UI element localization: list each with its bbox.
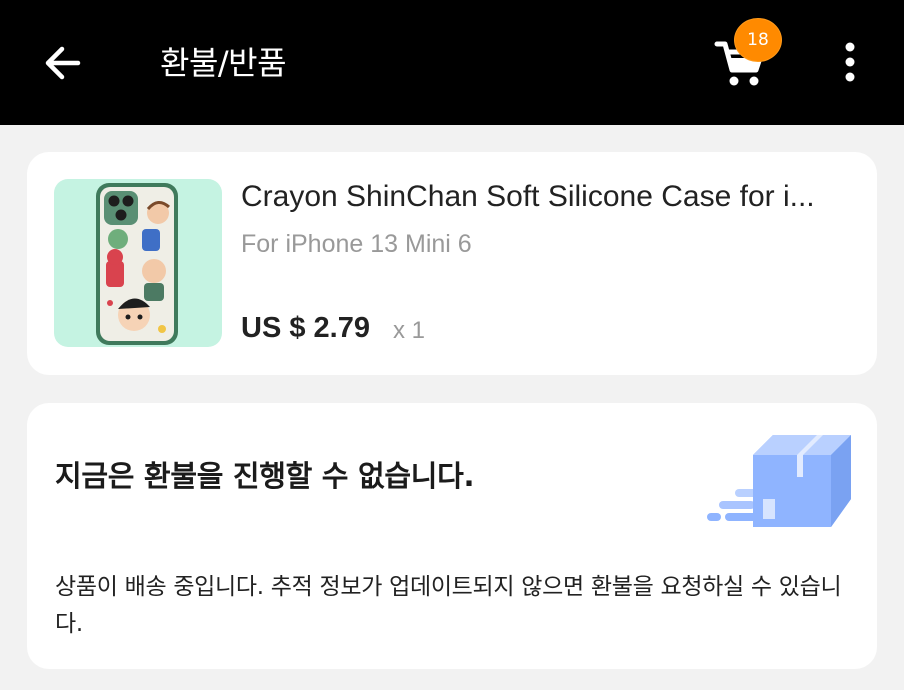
back-arrow-icon — [45, 46, 81, 80]
product-image — [54, 179, 222, 347]
more-vertical-icon — [845, 42, 855, 82]
cart-count-badge: 18 — [734, 18, 782, 62]
product-card[interactable]: Crayon ShinChan Soft Silicone Case for i… — [27, 152, 877, 375]
product-price: US $ 2.79 — [241, 312, 370, 344]
status-heading: 지금은 환불을 진행할 수 없습니다. — [55, 459, 475, 493]
refund-status-card: 지금은 환불을 진행할 수 없습니다. 상품이 배송 중입니다. 추적 정보가 … — [27, 403, 877, 669]
shipping-box-icon — [705, 427, 855, 537]
more-options-button[interactable] — [830, 40, 870, 86]
product-quantity: x 1 — [393, 317, 426, 344]
product-variant: For iPhone 13 Mini 6 — [241, 230, 472, 258]
status-description: 상품이 배송 중입니다. 추적 정보가 업데이트되지 않으면 환불을 요청하실 … — [55, 574, 842, 637]
top-app-bar: 환불/반품 18 — [0, 0, 904, 125]
back-button[interactable] — [38, 40, 88, 86]
page-title: 환불/반품 — [160, 44, 287, 82]
product-title[interactable]: Crayon ShinChan Soft Silicone Case for i… — [241, 180, 861, 214]
